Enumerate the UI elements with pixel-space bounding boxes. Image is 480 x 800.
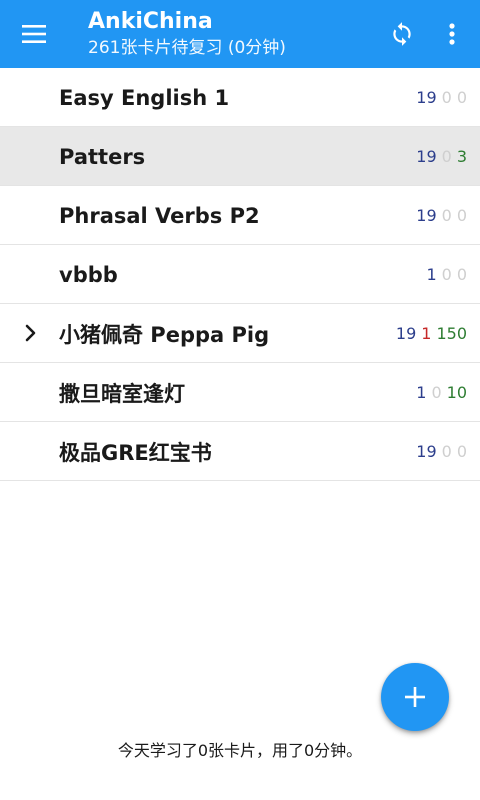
hamburger-menu-icon[interactable]: [14, 14, 54, 54]
learn-count: 0: [441, 147, 452, 166]
deck-name: 撒旦暗室逢灯: [59, 381, 185, 406]
new-count: 19: [416, 147, 437, 166]
app-root: AnkiChina 261张卡片待复习 (0分钟) Easy English 1…: [0, 0, 480, 800]
deck-list: Easy English 1 19 0 0 Patters 19 0 3 Phr…: [0, 68, 480, 481]
learn-count: 0: [441, 206, 452, 225]
add-deck-button[interactable]: [381, 663, 449, 731]
learn-count: 0: [441, 265, 452, 284]
deck-name: 极品GRE红宝书: [59, 440, 212, 465]
due-summary: 261张卡片待复习 (0分钟): [88, 38, 286, 58]
deck-row[interactable]: vbbb 1 0 0: [0, 245, 480, 304]
chevron-right-icon[interactable]: [20, 318, 42, 348]
deck-row[interactable]: 极品GRE红宝书 19 0 0: [0, 422, 480, 481]
new-count: 19: [416, 206, 437, 225]
review-count: 0: [456, 265, 467, 284]
review-count: 0: [456, 442, 467, 461]
learn-count: 0: [431, 383, 442, 402]
new-count: 1: [416, 383, 427, 402]
review-count: 3: [456, 147, 467, 166]
deck-counts: 19 0 0: [416, 68, 467, 127]
title-block: AnkiChina 261张卡片待复习 (0分钟): [88, 9, 286, 59]
deck-row-selected[interactable]: Patters 19 0 3: [0, 127, 480, 186]
deck-name: vbbb: [59, 262, 118, 287]
deck-name: 小猪佩奇 Peppa Pig: [59, 322, 270, 347]
deck-row[interactable]: 撒旦暗室逢灯 1 0 10: [0, 363, 480, 422]
new-count: 19: [416, 88, 437, 107]
deck-counts: 19 0 0: [416, 186, 467, 245]
more-vert-icon[interactable]: [434, 14, 470, 54]
deck-row[interactable]: Phrasal Verbs P2 19 0 0: [0, 186, 480, 245]
study-summary: 今天学习了0张卡片，用了0分钟。: [117, 741, 363, 760]
review-count: 150: [436, 324, 467, 343]
app-title: AnkiChina: [88, 9, 213, 34]
deck-counts: 19 0 0: [416, 422, 467, 481]
new-count: 19: [416, 442, 437, 461]
new-count: 1: [426, 265, 437, 284]
review-count: 0: [456, 206, 467, 225]
deck-counts: 19 0 3: [416, 127, 467, 186]
learn-count: 0: [441, 442, 452, 461]
deck-counts: 19 1 150: [396, 304, 467, 363]
deck-counts: 1 0 10: [416, 363, 467, 422]
deck-name: Easy English 1: [59, 85, 230, 110]
review-count: 10: [446, 383, 467, 402]
deck-row[interactable]: Easy English 1 19 0 0: [0, 68, 480, 127]
new-count: 19: [395, 324, 417, 343]
sync-icon[interactable]: [382, 14, 422, 54]
learn-count: 0: [441, 88, 452, 107]
learn-count: 1: [421, 324, 432, 343]
plus-icon: [404, 686, 426, 708]
deck-name: Patters: [59, 144, 146, 169]
deck-counts: 1 0 0: [426, 245, 467, 304]
deck-row[interactable]: 小猪佩奇 Peppa Pig 19 1 150: [0, 304, 480, 363]
deck-name: Phrasal Verbs P2: [59, 203, 260, 228]
review-count: 0: [456, 88, 467, 107]
toolbar: AnkiChina 261张卡片待复习 (0分钟): [0, 0, 480, 68]
